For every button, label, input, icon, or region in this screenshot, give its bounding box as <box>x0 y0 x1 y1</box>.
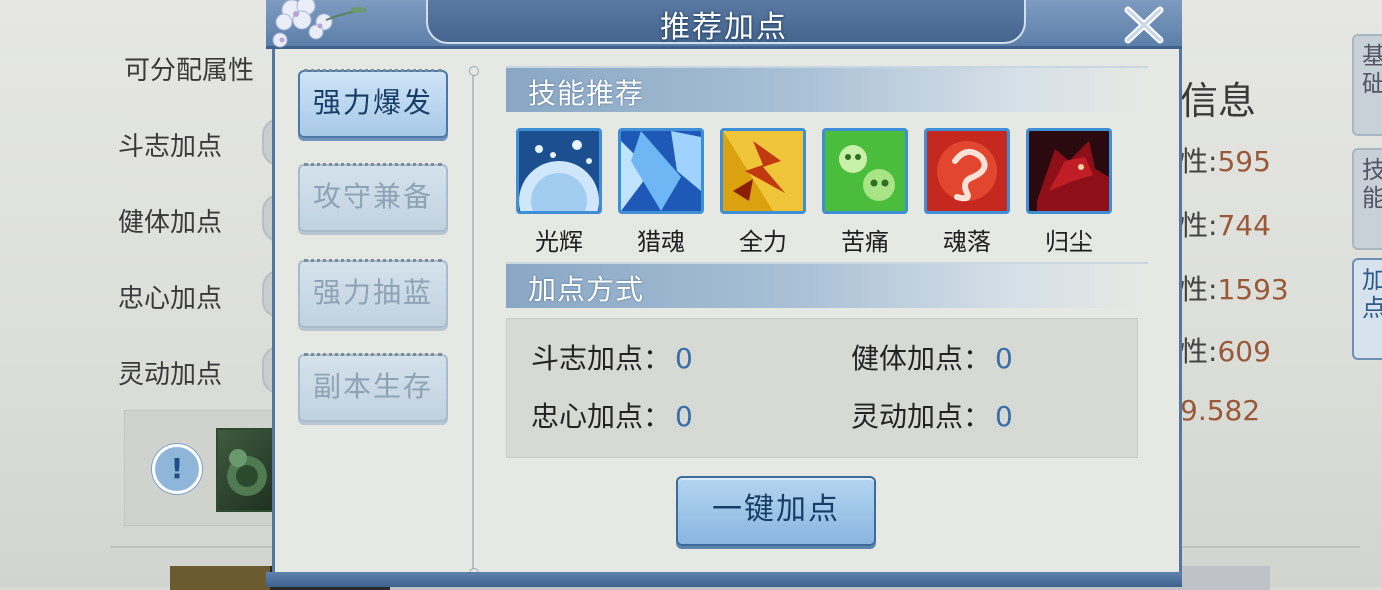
dialog-title: 推荐加点 <box>660 10 788 45</box>
skill-item: 苦痛 <box>822 128 908 257</box>
one-key-add-points-button[interactable]: 一键加点 <box>676 476 876 546</box>
bg-label-agility: 灵动加点 <box>118 360 223 390</box>
skill-name: 猎魂 <box>637 228 685 256</box>
bg-stat-row: 性:744 <box>1180 209 1271 242</box>
ice-shard-icon[interactable] <box>618 128 704 214</box>
skill-item: 猎魂 <box>618 128 704 257</box>
skill-name: 全力 <box>739 228 787 256</box>
skill-item: 归尘 <box>1026 128 1112 257</box>
tab-skills[interactable]: 技能 <box>1352 148 1382 250</box>
point-fighting-spirit: 斗志加点： 0 <box>531 342 693 375</box>
preset-dungeon-survival-button[interactable]: 副本生存 <box>298 353 448 422</box>
shadow-wolf-icon[interactable] <box>1026 128 1112 214</box>
preset-burst-button[interactable]: 强力爆发 <box>298 69 448 138</box>
lightning-strike-icon[interactable] <box>720 128 806 214</box>
skill-item: 光辉 <box>516 128 602 257</box>
skill-name: 光辉 <box>535 228 583 256</box>
skill-name: 归尘 <box>1045 228 1093 256</box>
point-physique: 健体加点： 0 <box>851 342 1013 375</box>
close-x-icon <box>1124 6 1164 44</box>
bg-label-fighting-spirit: 斗志加点 <box>118 132 223 162</box>
panel-divider <box>472 70 474 575</box>
recommend-points-dialog: 推荐加点 强力爆发 攻守兼备 强力抽蓝 副本生存 技能推荐 光辉 猎魂 全力 苦… <box>266 0 1182 587</box>
skill-item: 全力 <box>720 128 806 257</box>
points-summary-panel: 斗志加点： 0 健体加点： 0 忠心加点： 0 灵动加点： 0 <box>506 318 1138 458</box>
allocatable-attributes-label: 可分配属性 <box>124 56 255 86</box>
bg-stat-row: 性:595 <box>1180 145 1271 178</box>
bg-stat-row: 性:1593 <box>1180 273 1289 306</box>
points-section-title: 加点方式 <box>528 273 645 306</box>
preset-mana-drain-button[interactable]: 强力抽蓝 <box>298 259 448 328</box>
skills-section-title: 技能推荐 <box>528 77 645 110</box>
warning-icon[interactable]: ! <box>152 444 202 494</box>
dialog-bottom-border <box>266 572 1182 587</box>
flower-decoration-icon <box>272 0 367 48</box>
tab-add-points[interactable]: 加点 <box>1352 258 1382 360</box>
skill-name: 苦痛 <box>841 228 889 256</box>
poison-skull-icon[interactable] <box>822 128 908 214</box>
soul-swirl-icon[interactable] <box>924 128 1010 214</box>
preset-balanced-button[interactable]: 攻守兼备 <box>298 163 448 232</box>
skills-section-header: 技能推荐 <box>506 66 1148 112</box>
point-agility: 灵动加点： 0 <box>851 400 1013 433</box>
skill-item: 魂落 <box>924 128 1010 257</box>
bg-label-loyalty: 忠心加点 <box>118 284 223 314</box>
bg-stat-row: 性:609 <box>1180 335 1271 368</box>
close-button[interactable] <box>1122 4 1166 46</box>
bg-stat-row: 9.582 <box>1180 394 1261 427</box>
divider-knob <box>469 66 479 76</box>
skill-name: 魂落 <box>943 228 991 256</box>
point-loyalty: 忠心加点： 0 <box>531 400 693 433</box>
info-title: 信息 <box>1180 79 1257 123</box>
radiance-orb-icon[interactable] <box>516 128 602 214</box>
points-section-header: 加点方式 <box>506 262 1148 308</box>
bg-label-physique: 健体加点 <box>118 208 223 238</box>
tab-basic[interactable]: 基础 <box>1352 34 1382 136</box>
